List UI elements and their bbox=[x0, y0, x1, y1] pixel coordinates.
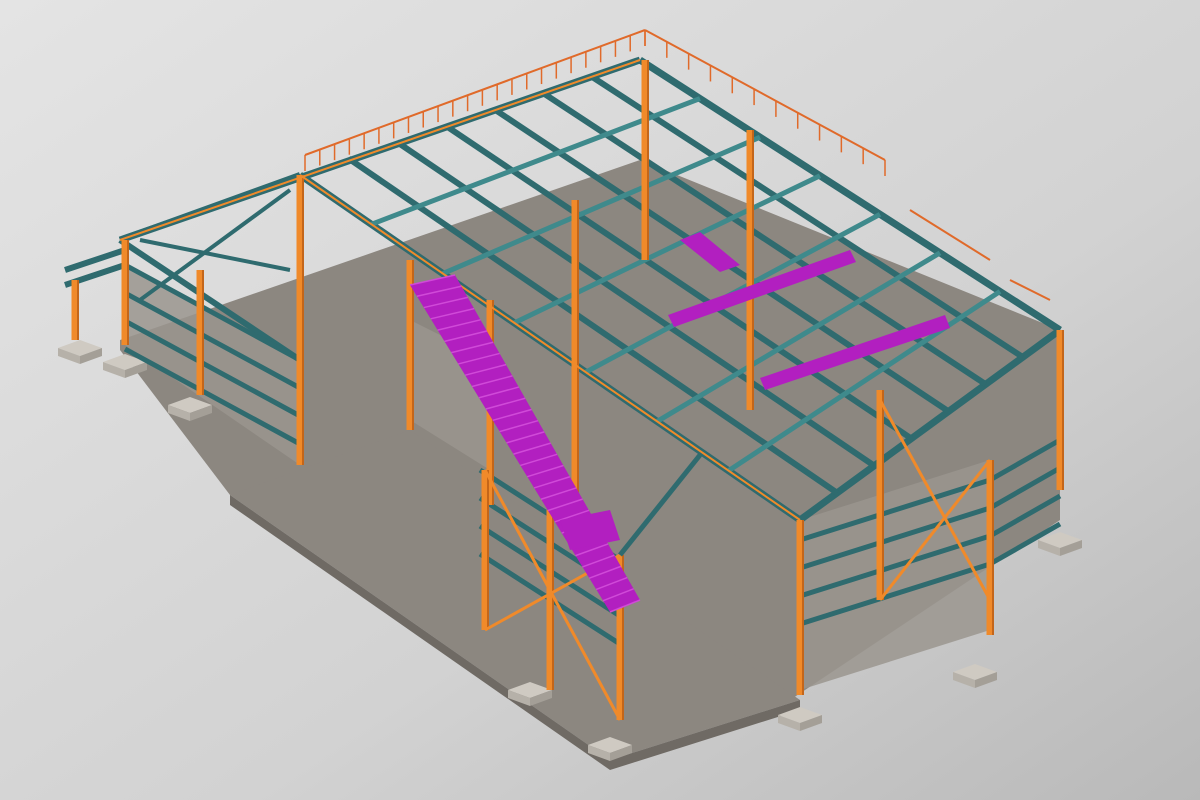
steel-structure-3d-render bbox=[0, 0, 1200, 800]
model-viewport[interactable] bbox=[0, 0, 1200, 800]
